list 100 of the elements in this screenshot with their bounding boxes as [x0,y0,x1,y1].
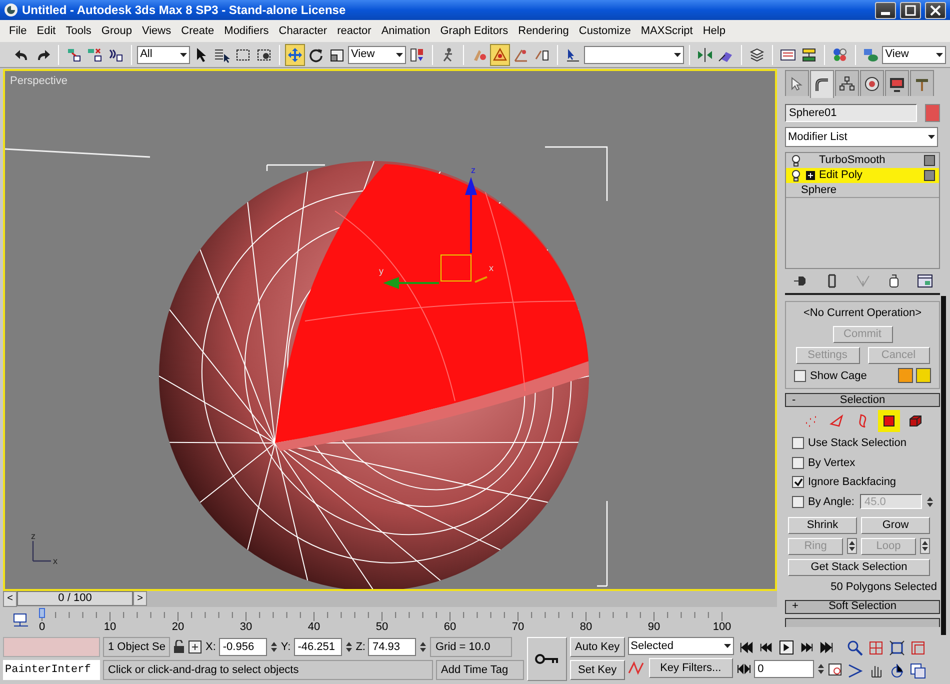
set-key-mode-button[interactable]: Set Key [570,660,625,680]
checkbox[interactable] [792,456,804,469]
viewport[interactable]: Perspective z y x z x [3,69,777,592]
key-set-dropdown[interactable]: Selected [628,637,734,655]
menu-item[interactable]: Rendering [513,20,574,42]
minimize-button[interactable] [875,2,896,18]
field-of-view-icon [847,662,864,678]
panel-tab[interactable] [810,70,834,98]
axis-label: Y: [280,640,291,655]
close-button[interactable] [925,2,946,18]
cursor-star-icon [789,76,805,92]
scroll-bar[interactable] [941,296,946,635]
rollout-header[interactable]: - Selection [785,393,940,407]
time-configuration-icon [828,662,842,676]
panel-tab[interactable] [785,70,809,96]
add-time-tag-button[interactable]: Add Time Tag [436,660,524,680]
checkbox-label[interactable]: By Vertex [808,454,856,471]
auto-key-button[interactable]: Auto Key [570,637,625,657]
checkbox-label[interactable]: Ignore Backfacing [808,474,896,490]
play-icon [779,640,794,654]
previous-frame-button[interactable]: < [3,591,17,608]
menu-item[interactable]: Customize [574,20,636,42]
stack-item-label: Sphere [801,182,838,198]
menu-item[interactable]: Animation [376,20,436,42]
time-slider-track[interactable]: > 0 / 100 [17,591,777,608]
menu-item[interactable]: Tools [60,20,96,42]
modifier-list-dropdown[interactable]: Modifier List [785,127,938,147]
dropdown[interactable]: View [348,46,406,64]
menu-item[interactable]: Edit [32,20,61,42]
select-list-icon [214,46,230,62]
subobject-level-button[interactable] [878,410,900,432]
rollout-header[interactable] [785,618,940,626]
element-icon [906,413,922,429]
set-key-button[interactable] [527,637,567,681]
frame-marker[interactable] [39,608,45,618]
rollout-header[interactable]: + Soft Selection [785,600,940,614]
sphere-drawing[interactable] [159,161,589,590]
menu-item[interactable]: MAXScript [636,20,698,42]
cage-color-swatch[interactable] [898,368,913,384]
frame-number: 10 [104,620,116,636]
frame-field[interactable]: 0 [754,660,814,678]
time-slider-thumb[interactable]: 0 / 100 [17,591,133,606]
schematic-icon [801,46,818,62]
menu-item[interactable]: Graph Editors [435,20,514,42]
panel-button[interactable]: Shrink [788,517,857,534]
menu-item[interactable]: Group [96,20,137,42]
checkbox-label[interactable]: Show Cage [810,368,867,384]
unlink-icon [87,46,104,62]
dropdown[interactable] [584,46,684,64]
checkbox-label[interactable]: Use Stack Selection [808,435,906,452]
object-name-field[interactable]: Sphere01 [785,104,917,122]
coordinate-field[interactable]: -46.251 [294,638,342,656]
maximize-button[interactable] [900,2,921,18]
checkbox[interactable] [792,476,804,488]
menu-item[interactable]: Character [274,20,332,42]
stack-item[interactable]: Sphere [786,183,939,198]
panel-tab[interactable] [835,70,859,96]
rotate-icon [308,46,324,62]
menu-item[interactable]: Help [698,20,730,42]
menu-item[interactable]: Modifiers [219,20,274,42]
key-filters-button[interactable]: Key Filters... [648,658,733,678]
checkbox[interactable] [794,370,806,382]
stack-item-label: TurboSmooth [819,153,886,168]
menu-item[interactable]: File [4,20,32,42]
dropdown[interactable]: All [137,46,190,64]
panel-button[interactable]: Get Stack Selection [788,559,930,576]
object-color-swatch[interactable] [925,104,940,122]
frame-number: 80 [580,620,592,636]
menu-item[interactable]: Create [176,20,220,42]
checkbox[interactable] [792,437,804,450]
caret-icon [674,52,682,56]
coordinate-field[interactable]: 74.93 [368,638,416,656]
coordinate-field[interactable]: -0.956 [218,638,267,656]
bend-icon [814,76,830,92]
frame-number: 40 [308,620,320,636]
listener-field[interactable]: PainterInterf [3,660,100,680]
cage-color-swatch[interactable] [916,368,931,384]
frame-number: 70 [512,620,524,636]
panel-button[interactable]: Grow [861,517,930,534]
caret-icon [180,52,187,56]
panel-tab[interactable] [885,70,909,96]
app-icon [4,3,18,17]
macro-recorder-field[interactable] [3,637,100,657]
pivot-icon [409,46,426,62]
gizmo-plane-handle[interactable] [440,254,472,282]
lock-icon [173,640,186,654]
stack-item[interactable]: Edit Poly [786,168,939,183]
spinner-icon [816,662,825,676]
stack-item[interactable]: TurboSmooth [786,153,939,168]
next-frame-button[interactable]: > [133,591,147,606]
menu-item[interactable]: reactor [332,20,376,42]
panel-tab[interactable] [910,70,934,96]
edge-icon [828,413,844,429]
maximize-icon [905,4,916,16]
spheres-icon [832,46,848,62]
spinner-icon [419,640,428,654]
panel-tab[interactable] [860,70,884,96]
configure-icon [916,273,932,289]
menu-item[interactable]: Views [136,20,176,42]
dropdown[interactable]: View [882,46,946,64]
